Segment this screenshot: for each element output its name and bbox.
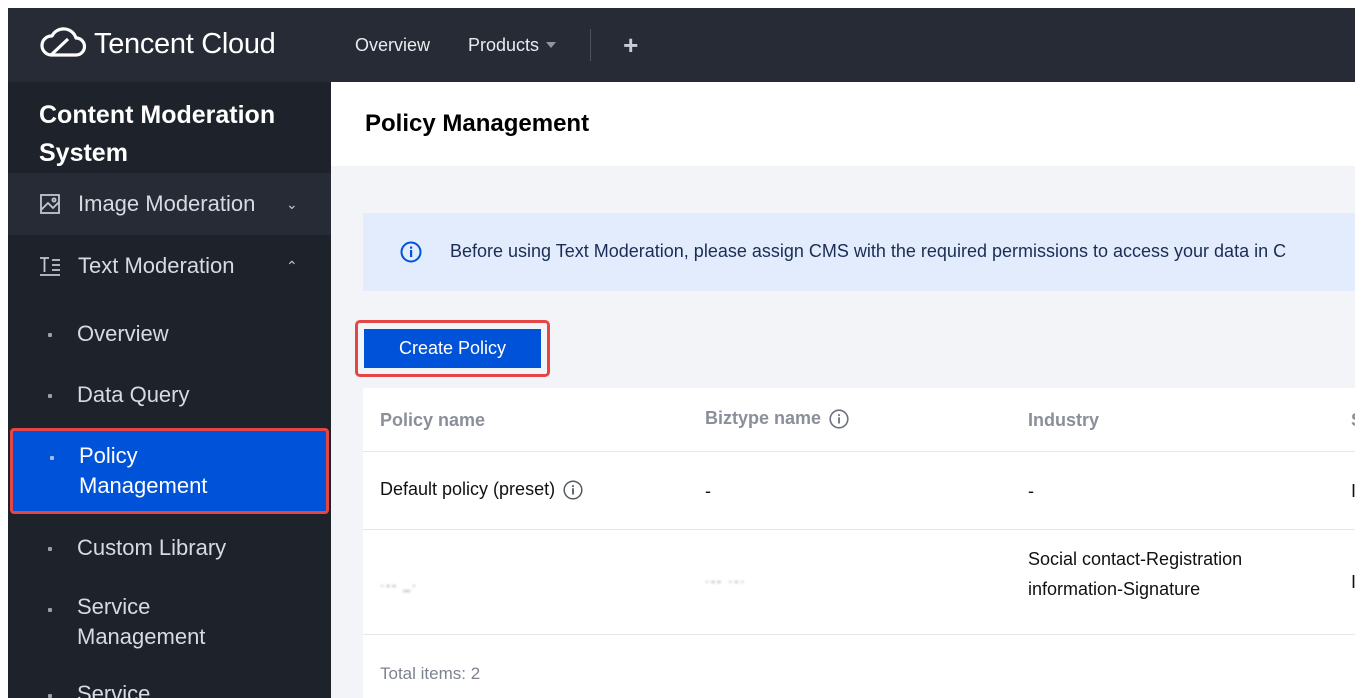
policy-table: Policy name Biztype name Industry S Defa… xyxy=(363,388,1355,698)
page-header: Policy Management xyxy=(331,82,1355,166)
notice-banner: Before using Text Moderation, please ass… xyxy=(363,213,1355,291)
sidebar-group-text-moderation[interactable]: Text Moderation ⌃ xyxy=(8,235,331,297)
brand[interactable]: Tencent Cloud xyxy=(38,24,276,64)
industry-cell: Social contact-Registration information-… xyxy=(1028,544,1242,604)
industry-line: Social contact-Registration xyxy=(1028,549,1243,569)
chevron-down-icon: ⌄ xyxy=(286,195,298,212)
app-window: Tencent Cloud Overview Products + Conten… xyxy=(8,8,1355,698)
create-button-highlight: Create Policy xyxy=(355,320,550,377)
sidebar: Content Moderation System Image Moderati… xyxy=(8,82,331,698)
sidebar-item-label: Service xyxy=(77,681,151,698)
industry-text: Social contact-Registration information-… xyxy=(1028,544,1242,604)
bullet-icon xyxy=(48,547,52,551)
bullet-icon xyxy=(48,333,52,337)
caret-down-icon xyxy=(546,42,557,48)
column-header-status: S xyxy=(1351,410,1355,431)
column-header-biztype-name: Biztype name xyxy=(705,408,849,429)
sidebar-item-service-management[interactable]: Service Management xyxy=(8,586,331,658)
chevron-up-icon: ⌃ xyxy=(286,257,298,274)
sidebar-item-label: Data Query xyxy=(77,382,190,407)
bullet-icon xyxy=(48,394,52,398)
sidebar-item-label: Policy Management xyxy=(79,443,208,498)
total-items: Total items: 2 xyxy=(380,664,481,683)
status-cell: I xyxy=(1351,481,1355,501)
sidebar-item-label: Service Management xyxy=(77,594,206,649)
sidebar-item-custom-library[interactable]: Custom Library xyxy=(8,520,331,576)
top-bar: Tencent Cloud Overview Products + xyxy=(8,8,1355,82)
sidebar-group-label: Text Moderation xyxy=(78,253,235,278)
create-policy-button[interactable]: Create Policy xyxy=(364,329,541,368)
policy-name-cell: Default policy (preset) xyxy=(380,479,583,500)
biztype-cell: ·-- ·-· xyxy=(705,574,747,588)
info-icon xyxy=(400,241,422,263)
bullet-icon xyxy=(48,694,52,698)
topnav-products-label: Products xyxy=(468,34,540,55)
sidebar-item-label: Overview xyxy=(77,321,169,346)
policy-name-text: Default policy (preset) xyxy=(380,479,556,499)
text-icon xyxy=(39,255,61,277)
sidebar-item-label: Custom Library xyxy=(77,535,227,560)
bullet-icon xyxy=(50,456,54,460)
topnav-divider xyxy=(590,29,592,61)
column-header-policy-name: Policy name xyxy=(380,410,486,430)
top-nav: Overview Products + xyxy=(355,8,638,82)
column-header-industry: Industry xyxy=(1028,410,1100,430)
industry-line: information-Signature xyxy=(1028,579,1201,599)
info-icon[interactable] xyxy=(829,408,849,429)
sidebar-group-image-moderation[interactable]: Image Moderation ⌄ xyxy=(8,173,331,235)
brand-name: Tencent Cloud xyxy=(94,27,276,60)
sidebar-group-label: Image Moderation xyxy=(78,191,256,216)
table-header: Policy name Biztype name Industry S xyxy=(363,388,1355,452)
tencent-cloud-logo-icon xyxy=(38,24,90,65)
biztype-cell: - xyxy=(705,481,711,501)
bullet-icon xyxy=(48,608,52,612)
table-row[interactable]: Default policy (preset) - - I xyxy=(363,452,1355,530)
topnav-overview[interactable]: Overview xyxy=(355,35,430,56)
sidebar-item-overview[interactable]: Overview xyxy=(8,306,331,362)
table-row[interactable]: ·-- _· ·-- ·-· Social contact-Registrati… xyxy=(363,530,1355,635)
sidebar-item-service[interactable]: Service xyxy=(8,675,331,698)
info-icon[interactable] xyxy=(563,479,583,500)
industry-cell: - xyxy=(1028,481,1034,501)
topnav-products[interactable]: Products xyxy=(468,34,557,56)
column-header-label: Biztype name xyxy=(705,408,822,428)
sidebar-title: Content Moderation System xyxy=(39,101,276,167)
policy-name-cell: ·-- _· xyxy=(380,578,418,592)
sidebar-item-policy-management[interactable]: Policy Management xyxy=(10,428,329,514)
notice-text: Before using Text Moderation, please ass… xyxy=(450,241,1287,261)
image-icon xyxy=(39,193,61,215)
status-cell: I xyxy=(1351,572,1355,592)
sidebar-item-data-query[interactable]: Data Query xyxy=(8,367,331,423)
add-icon[interactable]: + xyxy=(623,32,638,58)
page-title: Policy Management xyxy=(365,110,590,137)
